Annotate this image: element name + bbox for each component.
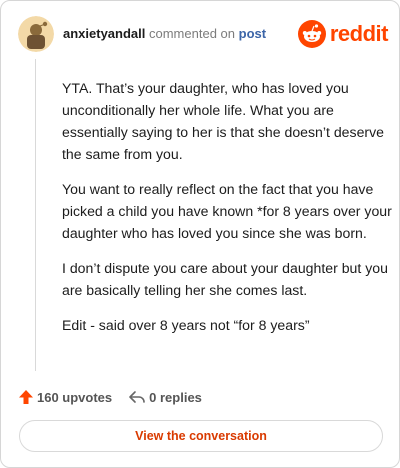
thread-line	[35, 59, 36, 371]
comment-paragraph: You want to really reflect on the fact t…	[62, 181, 392, 241]
comment-byline: anxietyandall commented on post	[63, 26, 266, 42]
comment-body: YTA. That’s your daughter, who has loved…	[62, 77, 392, 349]
comment-paragraph: Edit - said over 8 years not “for 8 year…	[62, 317, 310, 333]
user-avatar[interactable]	[18, 16, 54, 52]
snoo-avatar-icon	[18, 16, 54, 52]
replies-stat[interactable]: 0 replies	[128, 389, 202, 405]
reply-arrow-icon	[129, 391, 145, 403]
comment-header: anxietyandall commented on post reddit	[18, 16, 389, 52]
comment-embed-card: anxietyandall commented on post reddit Y…	[0, 0, 400, 468]
upvotes-stat[interactable]: 160 upvotes	[18, 389, 112, 405]
comment-paragraph: I don’t dispute you care about your daug…	[62, 260, 388, 298]
upvotes-count: 160 upvotes	[37, 389, 113, 405]
username-link[interactable]: anxietyandall	[63, 26, 145, 41]
upvote-arrow-icon	[19, 390, 33, 404]
reddit-logo[interactable]: reddit	[297, 19, 389, 49]
replies-count: 0 replies	[149, 389, 202, 405]
comment-paragraph: YTA. That’s your daughter, who has loved…	[62, 80, 384, 162]
comment-footer: 160 upvotes 0 replies	[18, 387, 202, 407]
reddit-logo-icon	[297, 20, 326, 48]
byline-action-text: commented on	[149, 26, 235, 41]
view-conversation-button[interactable]: View the conversation	[19, 420, 383, 452]
post-link[interactable]: post	[239, 26, 266, 41]
reddit-wordmark: reddit	[329, 21, 389, 46]
